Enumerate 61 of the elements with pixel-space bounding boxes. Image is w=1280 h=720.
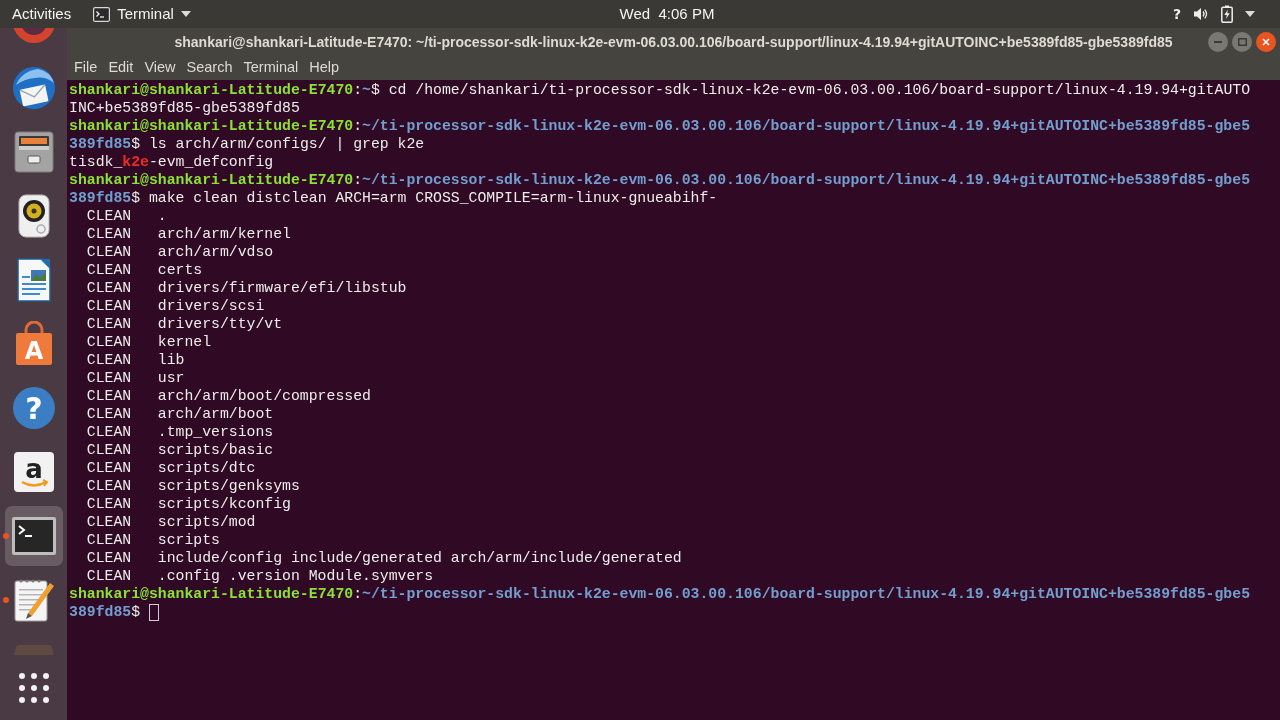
clock-button[interactable]: Wed 4:06 PM — [610, 0, 724, 28]
terminal-line: CLEAN kernel — [86, 333, 212, 351]
terminal-line: CLEAN arch/arm/kernel — [86, 225, 291, 243]
terminal-line: CLEAN scripts/mod — [86, 513, 256, 531]
speaker-icon — [1193, 6, 1209, 22]
terminal-line: CLEAN include/config include/generated arch/arm/include/generated — [86, 549, 682, 567]
terminal-line: CLEAN scripts/kconfig — [86, 495, 291, 513]
terminal-line: shankari@shankari-Latitude-E7470:~/ti-processor-sdk-linux-k2e-evm-06.03.00.106/board-support/linux-4.19.94+gitAUTOINC+be5389fd85-gbe5 — [69, 171, 1250, 189]
terminal-line: 389fd85$ make clean distclean ARCH=arm CROSS_COMPILE=arm-linux-gnueabihf- — [69, 189, 718, 207]
system-menu-button[interactable]: ? — [1163, 0, 1264, 28]
close-icon — [1262, 38, 1270, 46]
battery-icon — [1221, 5, 1233, 23]
terminal-line: CLEAN certs — [86, 261, 203, 279]
minimize-button[interactable] — [1208, 32, 1228, 52]
terminal-line: CLEAN .config .version Module.symvers — [86, 567, 434, 585]
caret-icon — [180, 11, 191, 17]
dock-button[interactable]: a — [4, 442, 63, 502]
terminal-line: shankari@shankari-Latitude-E7470:~/ti-processor-sdk-linux-k2e-evm-06.03.00.106/board-support/linux-4.19.94+gitAUTOINC+be5389fd85-gbe5 — [69, 117, 1250, 135]
terminal-line: INC+be5389fd85-gbe5389fd85 — [69, 99, 300, 117]
terminal-line: CLEAN . — [86, 207, 167, 225]
menu-item[interactable]: Terminal — [239, 57, 303, 79]
terminal-line: CLEAN scripts/dtc — [86, 459, 256, 477]
terminal-line: CLEAN scripts/basic — [86, 441, 274, 459]
caret-icon — [1245, 11, 1255, 17]
terminal-line: 389fd85$ — [69, 603, 141, 621]
terminal-line: shankari@shankari-Latitude-E7470:~$ cd /home/shankari/ti-processor-sdk-linux-k2e-evm-06.03.00.106/board-support/linux-4.19.94+gitAUTO — [69, 81, 1251, 99]
terminal-line: tisdk_k2e-evm_defconfig — [69, 153, 274, 171]
help-icon: ? — [11, 386, 56, 430]
terminal-icon — [10, 516, 57, 556]
terminal-line: CLEAN drivers/scsi — [86, 297, 265, 315]
terminal-line: CLEAN scripts — [86, 531, 220, 549]
ring-icon — [11, 28, 56, 44]
close-button[interactable] — [1256, 32, 1276, 52]
terminal-line: CLEAN scripts/genksyms — [86, 477, 300, 495]
grid-icon — [18, 673, 49, 703]
dock-button[interactable]: ? — [4, 378, 63, 438]
menu-item[interactable]: Help — [305, 57, 344, 79]
dock-button[interactable] — [4, 506, 63, 566]
menu-item[interactable]: View — [140, 57, 180, 79]
terminal-line: CLEAN .tmp_versions — [86, 423, 274, 441]
terminal-line: CLEAN arch/arm/boot/compressed — [86, 387, 371, 405]
maximize-icon — [1237, 38, 1247, 46]
menu-item[interactable]: File — [70, 57, 102, 79]
minimize-icon — [1214, 41, 1222, 43]
terminal-icon — [93, 6, 111, 22]
terminal-line: CLEAN arch/arm/vdso — [86, 243, 274, 261]
terminal-line: CLEAN lib — [86, 351, 185, 369]
menu-item[interactable]: Search — [182, 57, 237, 79]
menu-item[interactable]: Edit — [104, 57, 138, 79]
terminal-line: shankari@shankari-Latitude-E7470:~/ti-processor-sdk-linux-k2e-evm-06.03.00.106/board-support/linux-4.19.94+gitAUTOINC+be5389fd85-gbe5 — [69, 585, 1250, 603]
question-mark-icon: ? — [1172, 7, 1181, 21]
terminal-line: 389fd85$ ls arch/arm/configs/ | grep k2e — [69, 135, 425, 153]
terminal-line: CLEAN arch/arm/boot — [86, 405, 274, 423]
letter-a-icon: a — [12, 451, 55, 493]
window-title: shankari@shankari-Latitude-E7470: ~/ti-processor-sdk-linux-k2e-evm-06.03.00.106/board-support/linux-4.19.94+gitAUTOINC+be5389fd85-gbe5389fd85 — [173, 32, 1174, 52]
app-menu-button[interactable]: Terminal — [84, 0, 200, 28]
terminal-line: CLEAN drivers/firmware/efi/libstub — [86, 279, 407, 297]
terminal-line: CLEAN usr — [86, 369, 185, 387]
activities-button[interactable]: Activities — [0, 0, 81, 28]
terminal-line: CLEAN drivers/tty/vt — [86, 315, 283, 333]
notepad-pencil-icon — [11, 577, 56, 623]
